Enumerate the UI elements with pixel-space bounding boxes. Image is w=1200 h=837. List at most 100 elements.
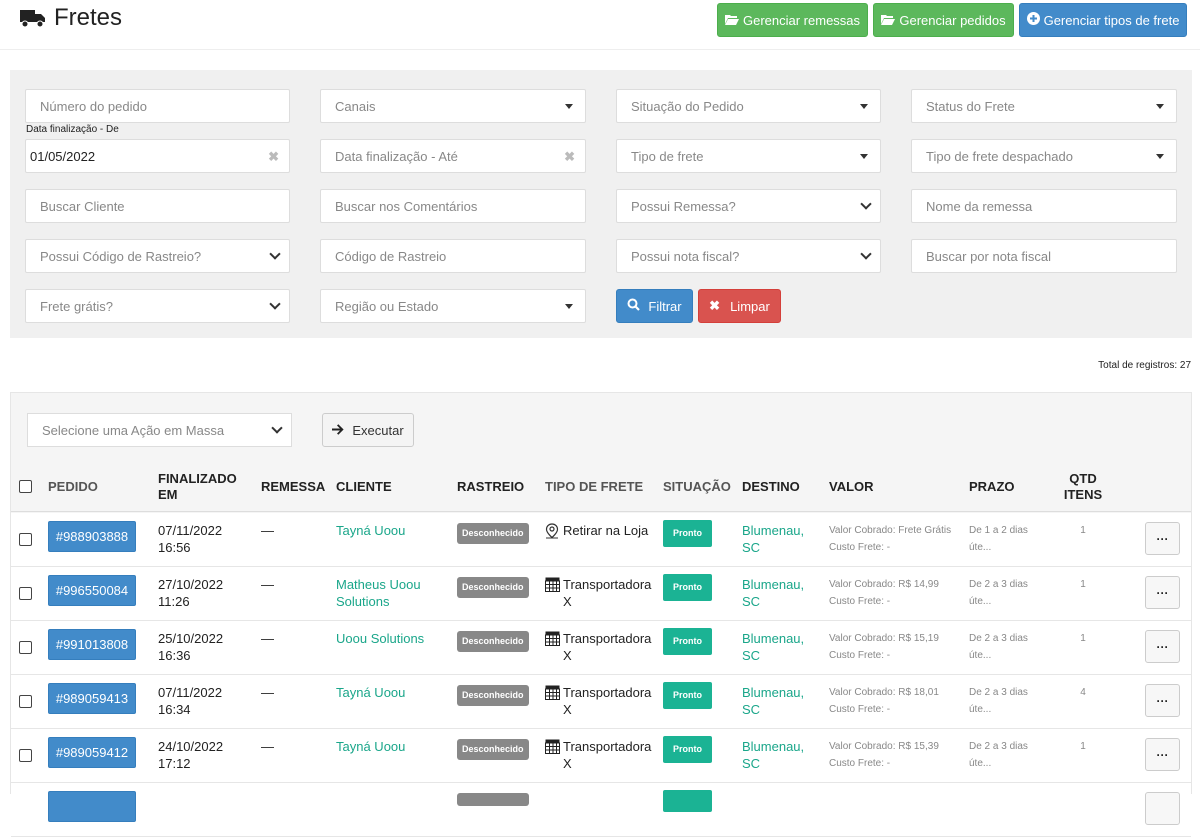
destination-link[interactable]: Blumenau, SC [742, 738, 812, 772]
date-to-input[interactable]: Data finalização - Até ✖ [320, 139, 586, 173]
manage-shipping-types-button[interactable]: Gerenciar tipos de frete [1019, 3, 1187, 37]
filter-button[interactable]: Filtrar [616, 289, 693, 323]
delivery-time: De 2 a 3 dias úte... [969, 687, 1028, 715]
order-number-input[interactable]: Número do pedido [25, 89, 290, 123]
search-customer-placeholder: Buscar Cliente [40, 198, 125, 214]
value-charged: Valor Cobrado: R$ 15,19 [829, 633, 939, 644]
shipping-type-label: Retirar na Loja [563, 523, 649, 538]
date-to-placeholder: Data finalização - Até [335, 148, 458, 164]
item-quantity: 1 [1080, 741, 1086, 752]
customer-link[interactable]: Tayná Uoou [336, 738, 436, 755]
more-actions-button[interactable]: ··· [1145, 684, 1180, 717]
search-invoice-placeholder: Buscar por nota fiscal [926, 248, 1052, 264]
more-actions-button[interactable]: ··· [1145, 630, 1180, 663]
destination-link[interactable]: Blumenau, SC [742, 684, 812, 718]
row-checkbox[interactable] [19, 695, 32, 708]
customer-link[interactable]: Uoou Solutions [336, 630, 436, 647]
date-from-value: 01/05/2022 [30, 148, 96, 164]
status-label: Pronto [663, 628, 712, 655]
total-records: Total de registros: 27 [1098, 360, 1191, 371]
mass-action-select[interactable]: Selecione uma Ação em Massa [27, 413, 292, 447]
order-number-button[interactable]: #991013808 [48, 629, 136, 660]
execute-button[interactable]: Executar [322, 413, 414, 447]
col-tipo-frete[interactable]: TIPO DE FRETE [545, 461, 643, 512]
row-checkbox[interactable] [19, 533, 32, 546]
chevron-down-icon [860, 198, 872, 210]
has-invoice-select[interactable]: Possui nota fiscal? [616, 239, 881, 273]
col-finalizado-em[interactable]: FINALIZADO EM [158, 461, 238, 512]
row-checkbox[interactable] [19, 749, 32, 762]
order-number: #988903888 [55, 529, 129, 544]
col-remessa[interactable]: REMESSA [261, 461, 325, 512]
col-pedido[interactable]: PEDIDO [48, 461, 98, 512]
col-rastreio[interactable]: RASTREIO [457, 461, 524, 512]
clear-button[interactable]: ✖ Limpar [698, 289, 781, 323]
ellipsis-icon: ··· [1156, 639, 1169, 654]
finalized-date: 25/10/2022 16:36 [158, 630, 223, 664]
tracking-code-input[interactable]: Código de Rastreio [320, 239, 586, 273]
shipping-cost: Custo Frete: - [829, 650, 891, 661]
dispatched-shipping-type-select[interactable]: Tipo de frete despachado [911, 139, 1177, 173]
clear-icon[interactable]: ✖ [564, 149, 575, 165]
customer-link[interactable]: Tayná Uoou [336, 522, 436, 539]
shipment-name-input[interactable]: Nome da remessa [911, 189, 1177, 223]
more-actions-button[interactable]: ··· [1145, 576, 1180, 609]
arrow-right-icon [332, 423, 344, 438]
date-from-input[interactable]: 01/05/2022 ✖ [25, 139, 290, 173]
search-invoice-input[interactable]: Buscar por nota fiscal [911, 239, 1177, 273]
order-number-button[interactable]: #996550084 [48, 575, 136, 606]
customer-name: Uoou Solutions [336, 631, 425, 646]
order-status-select[interactable]: Situação do Pedido [616, 89, 881, 123]
destination-link[interactable]: Blumenau, SC [742, 522, 812, 556]
shipping-status-placeholder: Status do Frete [926, 98, 1015, 114]
row-checkbox[interactable] [19, 641, 32, 654]
tracking-badge [457, 793, 529, 810]
customer-link[interactable]: Tayná Uoou [336, 684, 436, 701]
order-number-button[interactable]: #989059413 [48, 683, 136, 714]
region-state-select[interactable]: Região ou Estado [320, 289, 586, 323]
shipping-type-label: Transportadora X [563, 685, 652, 717]
more-actions-button[interactable]: ··· [1145, 522, 1180, 555]
order-number-button[interactable] [48, 791, 136, 822]
chevron-down-icon [271, 422, 283, 434]
shipping-type: Transportadora X [545, 576, 657, 610]
manage-orders-button[interactable]: Gerenciar pedidos [873, 3, 1014, 37]
shipping-type-select[interactable]: Tipo de frete [616, 139, 881, 173]
channels-select[interactable]: Canais [320, 89, 586, 123]
chevron-down-icon [269, 248, 281, 260]
order-number-button[interactable]: #988903888 [48, 521, 136, 552]
select-all-checkbox[interactable] [19, 461, 32, 512]
shipping-status-select[interactable]: Status do Frete [911, 89, 1177, 123]
shipping-type-label: Transportadora X [563, 577, 652, 609]
col-valor[interactable]: VALOR [829, 461, 874, 512]
page-title-text: Fretes [54, 4, 123, 31]
date-from-label: Data finalização - De [26, 124, 119, 135]
destination: Blumenau, SC [742, 577, 805, 609]
free-shipping-select[interactable]: Frete grátis? [25, 289, 290, 323]
value-info: Valor Cobrado: Frete Grátis Custo Frete: … [829, 522, 951, 556]
destination-link[interactable]: Blumenau, SC [742, 630, 812, 664]
col-destino[interactable]: DESTINO [742, 461, 800, 512]
destination-link[interactable]: Blumenau, SC [742, 576, 812, 610]
manage-shipments-label: Gerenciar remessas [742, 12, 861, 28]
col-situacao[interactable]: SITUAÇÃO [663, 461, 731, 512]
caret-down-icon [1156, 154, 1164, 159]
customer-link[interactable]: Matheus Uoou Solutions [336, 576, 436, 610]
has-tracking-select[interactable]: Possui Código de Rastreio? [25, 239, 290, 273]
col-cliente[interactable]: CLIENTE [336, 461, 392, 512]
col-qtd-itens[interactable]: QTD ITENS [1064, 461, 1102, 512]
order-number-button[interactable]: #989059412 [48, 737, 136, 768]
manage-shipments-button[interactable]: Gerenciar remessas [717, 3, 868, 37]
finalized-date-day: 24/10/2022 [158, 739, 224, 754]
col-prazo[interactable]: PRAZO [969, 461, 1015, 512]
more-actions-button[interactable] [1145, 792, 1180, 825]
has-shipment-select[interactable]: Possui Remessa? [616, 189, 881, 223]
clear-icon[interactable]: ✖ [268, 149, 279, 165]
more-actions-button[interactable]: ··· [1145, 738, 1180, 771]
chevron-down-icon [860, 248, 872, 260]
search-customer-input[interactable]: Buscar Cliente [25, 189, 290, 223]
shipping-type-placeholder: Tipo de frete [631, 148, 704, 164]
search-comments-input[interactable]: Buscar nos Comentários [320, 189, 586, 223]
row-checkbox[interactable] [19, 587, 32, 600]
finalized-date-time: 16:34 [158, 702, 191, 717]
